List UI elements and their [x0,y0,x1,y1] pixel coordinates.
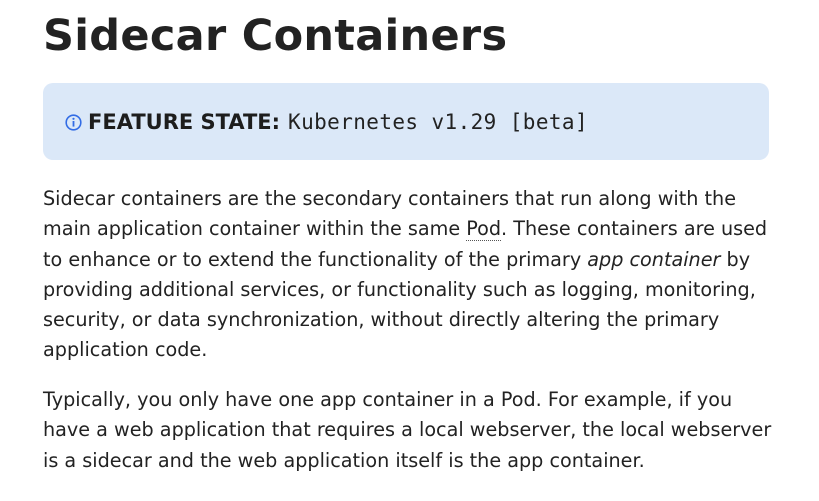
feature-state-line: FEATURE STATE: Kubernetes v1.29 [beta] [65,108,588,136]
app-container-emphasis: app container [587,247,721,271]
info-icon [65,113,82,131]
pod-link[interactable]: Pod [466,217,502,242]
example-paragraph: Typically, you only have one app contain… [43,388,772,472]
feature-state-value: Kubernetes v1.29 [beta] [288,110,589,134]
feature-state-label: FEATURE STATE: [88,110,281,134]
intro-paragraph: Sidecar containers are the secondary con… [43,184,773,366]
page-title: Sidecar Containers [43,11,508,61]
feature-state-box: FEATURE STATE: Kubernetes v1.29 [beta] [43,83,769,160]
